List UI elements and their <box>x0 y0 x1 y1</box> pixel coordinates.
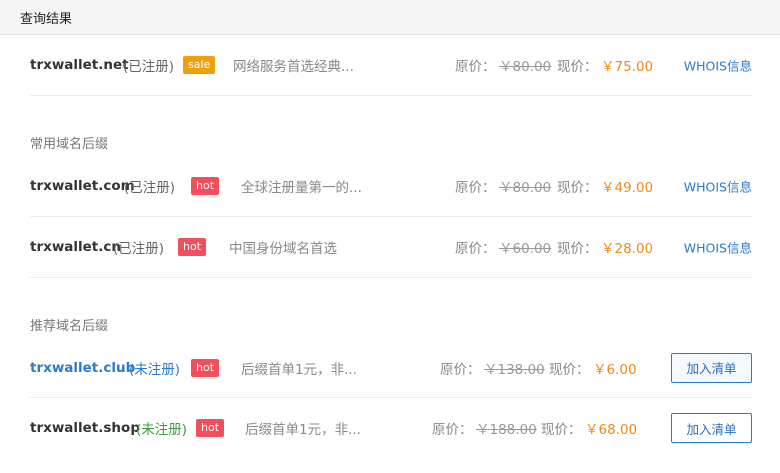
original-price: ￥60.00 <box>499 241 552 257</box>
original-price: ￥188.00 <box>476 422 537 438</box>
current-price: ￥28.00 <box>601 241 654 257</box>
results-title: 查询结果 <box>20 11 73 27</box>
current-price-label: 现价： <box>541 422 582 438</box>
whois-link[interactable]: WHOIS信息 <box>684 238 752 257</box>
whois-link[interactable]: WHOIS信息 <box>684 177 752 196</box>
original-price: ￥80.00 <box>499 180 552 196</box>
results-list: trxwallet.net (已注册) sale 网络服务首选经典... 原价：… <box>0 35 780 458</box>
section-recommended-suffixes: 推荐域名后缀 <box>30 319 109 334</box>
current-price: ￥68.00 <box>585 422 638 438</box>
domain-name[interactable]: trxwallet.cn <box>30 239 121 255</box>
domain-row-com: trxwallet.com (已注册) hot 全球注册量第一的... 原价： … <box>30 156 752 217</box>
current-price-label: 现价： <box>549 361 590 378</box>
add-to-list-button[interactable]: 加入清单 <box>671 352 752 383</box>
hot-badge: hot <box>191 358 220 377</box>
original-price-label: 原价： <box>455 59 496 75</box>
domain-name[interactable]: trxwallet.net <box>30 57 129 73</box>
current-price-label: 现价： <box>557 59 598 75</box>
sale-badge: sale <box>183 56 216 74</box>
section-common-suffixes: 常用域名后缀 <box>30 137 109 152</box>
hot-badge: hot <box>191 177 220 195</box>
domain-row-shop: trxwallet.shop (未注册) hot 后缀首单1元，非... 原价：… <box>30 398 752 458</box>
results-header: 查询结果 <box>0 0 780 35</box>
domain-row-club: trxwallet.club (未注册) hot 后缀首单1元，非... 原价：… <box>30 338 752 398</box>
domain-description: 后缀首单1元，非... <box>245 422 361 438</box>
domain-description: 网络服务首选经典... <box>233 59 354 75</box>
registration-status: (已注册) <box>123 59 175 75</box>
domain-name[interactable]: trxwallet.shop <box>30 420 140 436</box>
domain-name[interactable]: trxwallet.club <box>30 360 135 376</box>
domain-row-cn: trxwallet.cn (已注册) hot 中国身份域名首选 原价： ￥60.… <box>30 217 752 278</box>
hot-badge: hot <box>178 238 207 256</box>
domain-description: 后缀首单1元，非... <box>241 361 357 378</box>
current-price-label: 现价： <box>557 241 598 257</box>
original-price-label: 原价： <box>432 422 473 438</box>
current-price-label: 现价： <box>557 180 598 196</box>
original-price-label: 原价： <box>440 361 481 378</box>
registration-status: (未注册) <box>129 361 181 378</box>
original-price-label: 原价： <box>455 180 496 196</box>
current-price: ￥49.00 <box>601 180 654 196</box>
current-price: ￥6.00 <box>593 361 637 378</box>
domain-name[interactable]: trxwallet.com <box>30 178 135 194</box>
domain-description: 中国身份域名首选 <box>229 241 337 257</box>
registration-status: (已注册) <box>113 241 165 257</box>
hot-badge: hot <box>196 419 225 437</box>
domain-row-net: trxwallet.net (已注册) sale 网络服务首选经典... 原价：… <box>30 35 752 96</box>
original-price: ￥80.00 <box>499 59 552 75</box>
whois-link[interactable]: WHOIS信息 <box>684 56 752 75</box>
add-to-list-button[interactable]: 加入清单 <box>671 413 752 443</box>
original-price: ￥138.00 <box>484 361 545 378</box>
registration-status: (未注册) <box>136 422 188 438</box>
registration-status: (已注册) <box>124 180 176 196</box>
domain-description: 全球注册量第一的... <box>241 180 362 196</box>
original-price-label: 原价： <box>455 241 496 257</box>
current-price: ￥75.00 <box>601 59 654 75</box>
